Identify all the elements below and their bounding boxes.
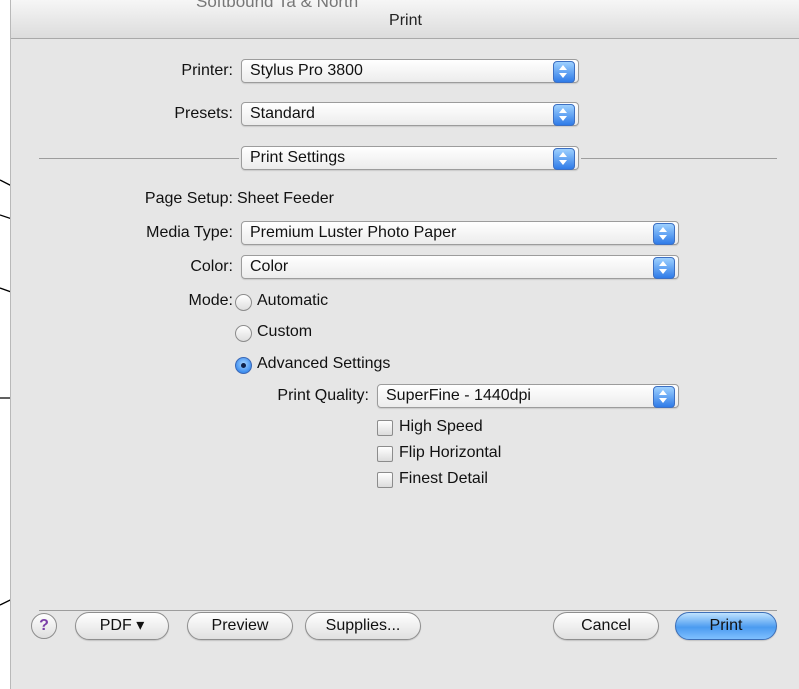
media-type-label: Media Type: bbox=[146, 224, 233, 241]
color-value: Color bbox=[250, 258, 289, 275]
color-popup[interactable]: Color bbox=[241, 255, 679, 279]
page-setup-label: Page Setup: bbox=[144, 190, 233, 207]
popup-arrows-icon bbox=[653, 386, 675, 408]
print-quality-popup[interactable]: SuperFine - 1440dpi bbox=[377, 384, 679, 408]
cancel-button[interactable]: Cancel bbox=[553, 612, 659, 640]
supplies-button[interactable]: Supplies... bbox=[305, 612, 421, 640]
media-type-popup[interactable]: Premium Luster Photo Paper bbox=[241, 221, 679, 245]
background-window-title: Softbound Ta & North bbox=[196, 0, 359, 11]
finest-detail-label: Finest Detail bbox=[399, 470, 488, 487]
print-quality-value: SuperFine - 1440dpi bbox=[386, 387, 531, 404]
preview-button[interactable]: Preview bbox=[187, 612, 293, 640]
presets-value: Standard bbox=[250, 105, 315, 122]
media-type-value: Premium Luster Photo Paper bbox=[250, 224, 457, 241]
popup-arrows-icon bbox=[553, 104, 575, 126]
mode-automatic-radio[interactable] bbox=[235, 294, 252, 311]
pane-value: Print Settings bbox=[250, 149, 346, 166]
printer-label: Printer: bbox=[181, 62, 233, 79]
mode-advanced-settings-label: Advanced Settings bbox=[257, 355, 391, 372]
separator-left bbox=[39, 158, 239, 159]
print-button[interactable]: Print bbox=[675, 612, 777, 640]
popup-arrows-icon bbox=[653, 257, 675, 279]
mode-advanced-settings-radio[interactable] bbox=[235, 357, 252, 374]
help-button[interactable]: ? bbox=[31, 613, 57, 639]
popup-arrows-icon bbox=[553, 61, 575, 83]
window-title: Print bbox=[389, 12, 422, 29]
presets-popup[interactable]: Standard bbox=[241, 102, 579, 126]
flip-horizontal-checkbox[interactable] bbox=[377, 446, 393, 462]
print-quality-label: Print Quality: bbox=[277, 387, 369, 404]
high-speed-checkbox[interactable] bbox=[377, 420, 393, 436]
popup-arrows-icon bbox=[653, 223, 675, 245]
high-speed-label: High Speed bbox=[399, 418, 483, 435]
mode-custom-radio[interactable] bbox=[235, 325, 252, 342]
presets-label: Presets: bbox=[174, 105, 233, 122]
title-bar: Softbound Ta & North Print bbox=[11, 0, 799, 39]
print-dialog: Softbound Ta & North Print Printer: Styl… bbox=[10, 0, 799, 689]
mode-automatic-label: Automatic bbox=[257, 292, 329, 309]
flip-horizontal-label: Flip Horizontal bbox=[399, 444, 502, 461]
mode-label: Mode: bbox=[188, 292, 233, 309]
pane-popup[interactable]: Print Settings bbox=[241, 146, 579, 170]
printer-popup[interactable]: Stylus Pro 3800 bbox=[241, 59, 579, 83]
page-setup-value: Sheet Feeder bbox=[237, 190, 334, 207]
mode-custom-label: Custom bbox=[257, 323, 313, 340]
pdf-button[interactable]: PDF ▾ bbox=[75, 612, 169, 640]
printer-value: Stylus Pro 3800 bbox=[250, 62, 363, 79]
popup-arrows-icon bbox=[553, 148, 575, 170]
finest-detail-checkbox[interactable] bbox=[377, 472, 393, 488]
color-label: Color: bbox=[190, 258, 233, 275]
bottom-separator bbox=[39, 610, 777, 611]
separator-right bbox=[581, 158, 777, 159]
